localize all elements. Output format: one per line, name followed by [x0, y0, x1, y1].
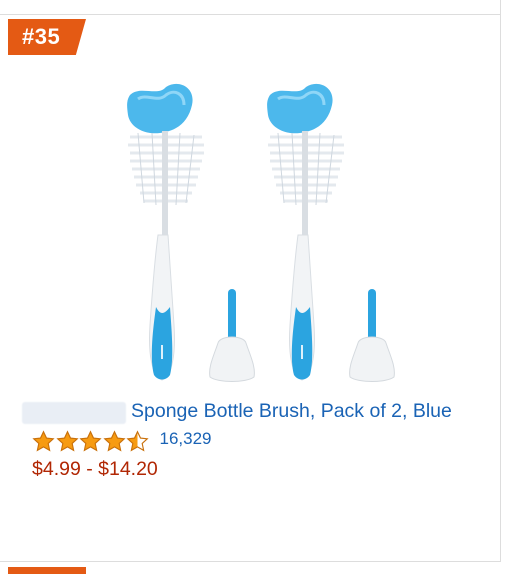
- rank-label: #35: [22, 24, 61, 49]
- card-border-right: [500, 14, 501, 562]
- card-border-top: [0, 14, 501, 15]
- card-border-bottom: [0, 561, 501, 562]
- next-rank-badge-edge: [8, 567, 86, 574]
- star-rating[interactable]: [32, 429, 150, 453]
- rank-badge: #35: [8, 19, 86, 55]
- star-icon: [32, 429, 55, 451]
- price-range: $4.99 - $14.20: [32, 458, 158, 480]
- review-count-link[interactable]: 16,329: [160, 429, 212, 449]
- product-title-link[interactable]: Sponge Bottle Brush, Pack of 2, Blue: [131, 400, 452, 423]
- rating-row[interactable]: 16,329: [32, 428, 212, 454]
- card-divider: [500, 0, 501, 14]
- star-half-icon: [126, 429, 149, 451]
- star-icon: [55, 429, 79, 451]
- brand-name-redacted: [22, 402, 126, 424]
- star-icon: [102, 429, 126, 451]
- product-image[interactable]: [100, 75, 410, 395]
- star-icon: [79, 429, 102, 451]
